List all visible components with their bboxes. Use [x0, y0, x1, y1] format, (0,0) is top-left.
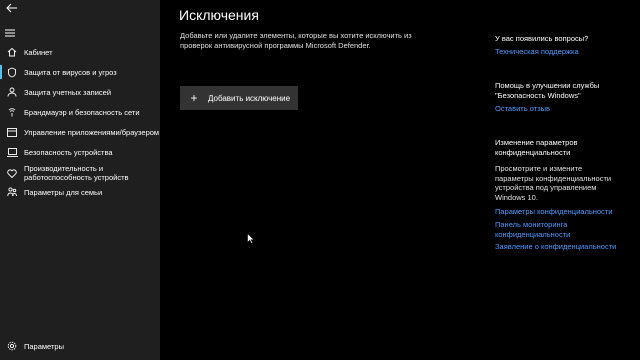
- support-link[interactable]: Техническая поддержка: [495, 47, 579, 57]
- sidebar-item-label: Защита учетных записей: [24, 87, 112, 97]
- feedback-link[interactable]: Оставить отзыв: [495, 104, 550, 114]
- sidebar: Кабинет Защита от вирусов и угроз Защита…: [0, 0, 160, 360]
- add-exclusion-label: Добавить исключение: [208, 93, 291, 103]
- back-arrow-icon[interactable]: [6, 0, 26, 14]
- person-icon: [0, 87, 24, 97]
- home-icon: [0, 47, 24, 57]
- privacy-text: Просмотрите и измените параметры конфиде…: [495, 164, 612, 202]
- sidebar-item-label: Безопасность устройства: [24, 147, 113, 157]
- family-icon: [0, 187, 24, 197]
- sidebar-item-label: Защита от вирусов и угроз: [24, 67, 117, 77]
- privacy-settings-link[interactable]: Параметры конфиденциальности: [495, 207, 612, 217]
- hamburger-menu-icon[interactable]: [5, 24, 19, 37]
- improve-heading: Помощь в улучшении службы "Безопасность …: [495, 81, 600, 100]
- sidebar-item-label: Параметры для семьи: [24, 187, 103, 197]
- wifi-icon: [0, 107, 24, 117]
- heart-icon: [0, 168, 24, 178]
- sidebar-item-firewall[interactable]: Брандмауэр и безопасность сети: [0, 102, 160, 122]
- add-exclusion-button[interactable]: + Добавить исключение: [180, 86, 298, 110]
- sidebar-item-label: Кабинет: [24, 47, 53, 57]
- sidebar-item-family[interactable]: Параметры для семьи: [0, 182, 160, 202]
- questions-heading: У вас появились вопросы?: [495, 34, 589, 43]
- sidebar-item-label: Управление приложениями/браузером: [24, 127, 160, 137]
- plus-icon: +: [190, 91, 198, 105]
- mouse-cursor-icon: [247, 231, 255, 249]
- app-browser-icon: [0, 127, 24, 137]
- sidebar-item-account-protection[interactable]: Защита учетных записей: [0, 82, 160, 102]
- laptop-icon: [0, 147, 24, 157]
- sidebar-item-label: Брандмауэр и безопасность сети: [24, 107, 140, 117]
- sidebar-item-settings[interactable]: Параметры: [0, 336, 160, 356]
- sidebar-item-app-browser[interactable]: Управление приложениями/браузером: [0, 122, 160, 142]
- shield-icon: [0, 67, 24, 78]
- page-description: Добавьте или удалите элементы, которые в…: [180, 31, 412, 50]
- privacy-dashboard-link[interactable]: Панель мониторинга конфиденциальности: [495, 220, 605, 239]
- sidebar-item-virus-protection[interactable]: Защита от вирусов и угроз: [0, 62, 160, 82]
- sidebar-item-home[interactable]: Кабинет: [0, 42, 160, 62]
- page-title: Исключения: [179, 7, 259, 23]
- sidebar-item-label: Параметры: [24, 341, 64, 351]
- gear-icon: [0, 341, 24, 351]
- sidebar-item-device-performance[interactable]: Производительность и работоспособность у…: [0, 162, 160, 184]
- sidebar-item-device-security[interactable]: Безопасность устройства: [0, 142, 160, 162]
- sidebar-item-label: Производительность и работоспособность у…: [24, 164, 129, 182]
- privacy-heading: Изменение параметров конфиденциальности: [495, 138, 578, 157]
- privacy-statement-link[interactable]: Заявление о конфиденциальности: [495, 242, 616, 252]
